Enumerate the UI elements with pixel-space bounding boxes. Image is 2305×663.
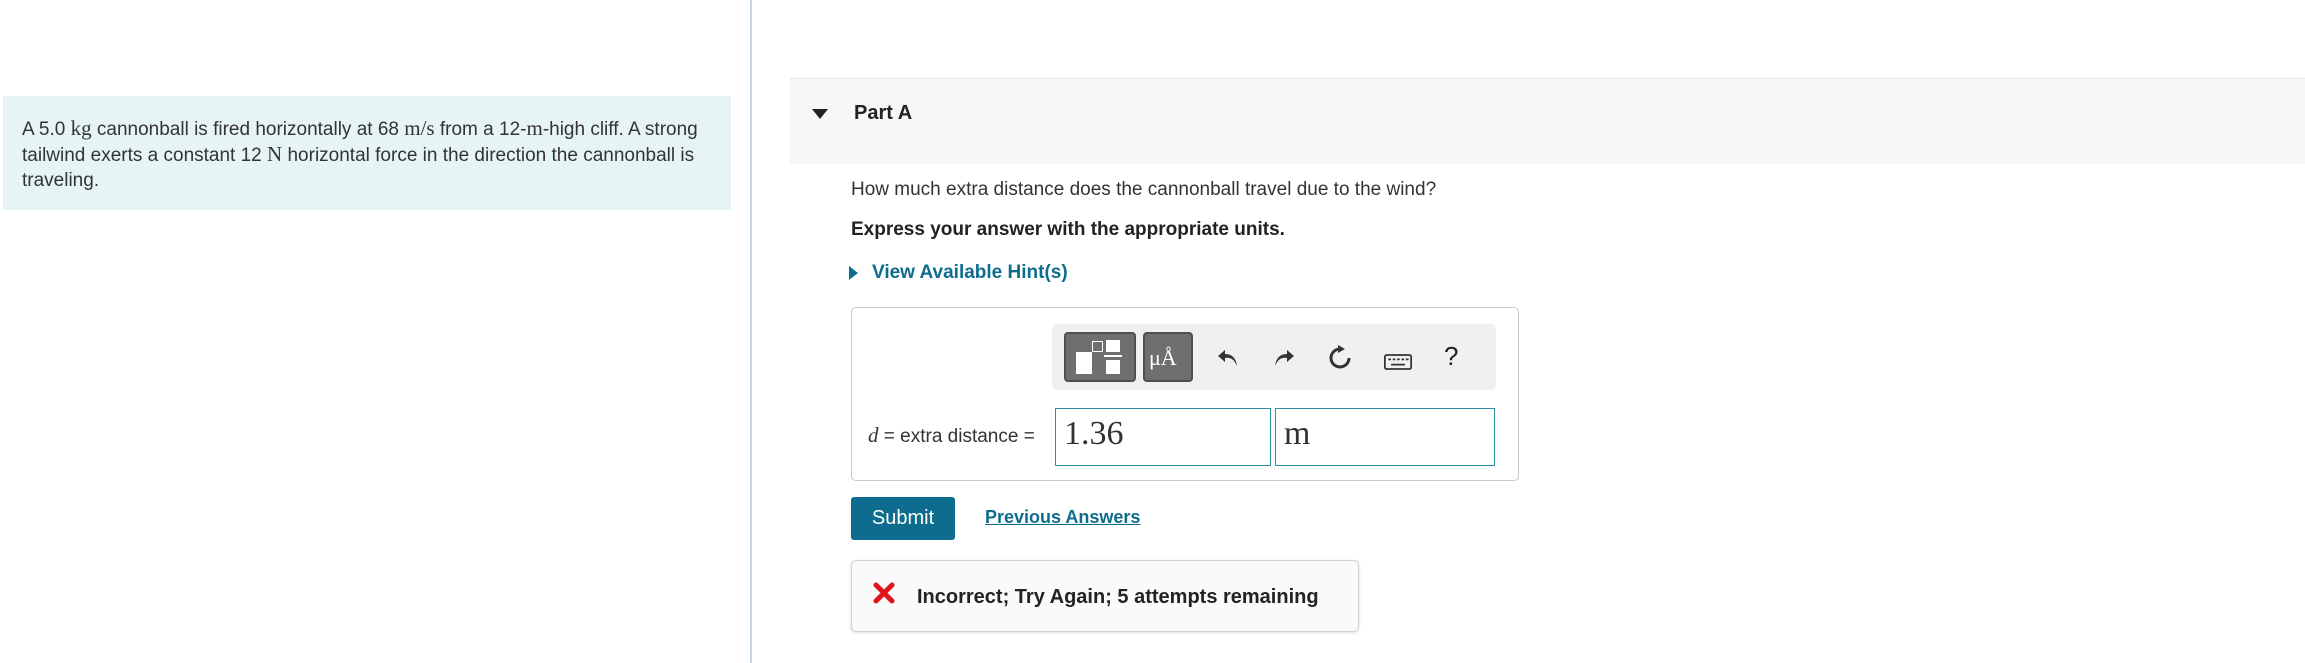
problem-text-2: cannonball is fired horizontally at 68 — [91, 119, 405, 140]
units-button[interactable]: μÅ — [1143, 332, 1193, 382]
speed-unit: m/s — [404, 116, 435, 140]
incorrect-x-icon — [872, 581, 896, 605]
help-button[interactable]: ? — [1444, 341, 1472, 371]
height-unit: m — [526, 116, 543, 140]
part-title: Part A — [854, 102, 913, 124]
keyboard-icon[interactable] — [1384, 348, 1416, 376]
submit-button[interactable]: Submit — [851, 497, 955, 540]
feedback-banner: Incorrect; Try Again; 5 attempts remaini… — [851, 560, 1359, 632]
view-hints-link[interactable]: View Available Hint(s) — [849, 262, 1068, 284]
column-divider — [750, 0, 752, 663]
answer-variable-label: d = extra distance = — [868, 423, 1035, 448]
reset-icon[interactable] — [1326, 344, 1354, 372]
problem-text-3: from a 12- — [434, 119, 527, 140]
problem-statement: A 5.0 kg cannonball is fired horizontall… — [3, 96, 731, 210]
collapse-caret-icon[interactable] — [812, 109, 828, 119]
problem-text-1: A 5.0 — [22, 119, 71, 140]
expand-caret-icon — [849, 266, 858, 280]
variable-symbol: d — [868, 423, 879, 447]
previous-answers-link[interactable]: Previous Answers — [985, 507, 1140, 528]
template-placeholder-icon — [1092, 341, 1103, 352]
math-toolbar: μÅ ? — [1052, 324, 1496, 390]
fraction-template-button[interactable] — [1064, 332, 1136, 382]
feedback-message: Incorrect; Try Again; 5 attempts remaini… — [917, 586, 1319, 608]
answer-unit-field[interactable]: m — [1275, 408, 1495, 466]
question-text: How much extra distance does the cannonb… — [851, 179, 1437, 200]
part-header[interactable]: Part A — [790, 78, 2305, 164]
mass-unit: kg — [70, 116, 92, 140]
answer-box: μÅ ? d = extra distance = 1.36 m — [851, 307, 1519, 481]
hints-label: View Available Hint(s) — [872, 262, 1068, 283]
variable-description: = extra distance = — [878, 426, 1035, 447]
redo-icon[interactable] — [1270, 344, 1298, 372]
undo-icon[interactable] — [1214, 344, 1242, 372]
units-icon: μÅ — [1149, 345, 1177, 370]
force-unit: N — [267, 142, 283, 166]
answer-value-field[interactable]: 1.36 — [1055, 408, 1271, 466]
answer-instructions: Express your answer with the appropriate… — [851, 219, 1285, 240]
